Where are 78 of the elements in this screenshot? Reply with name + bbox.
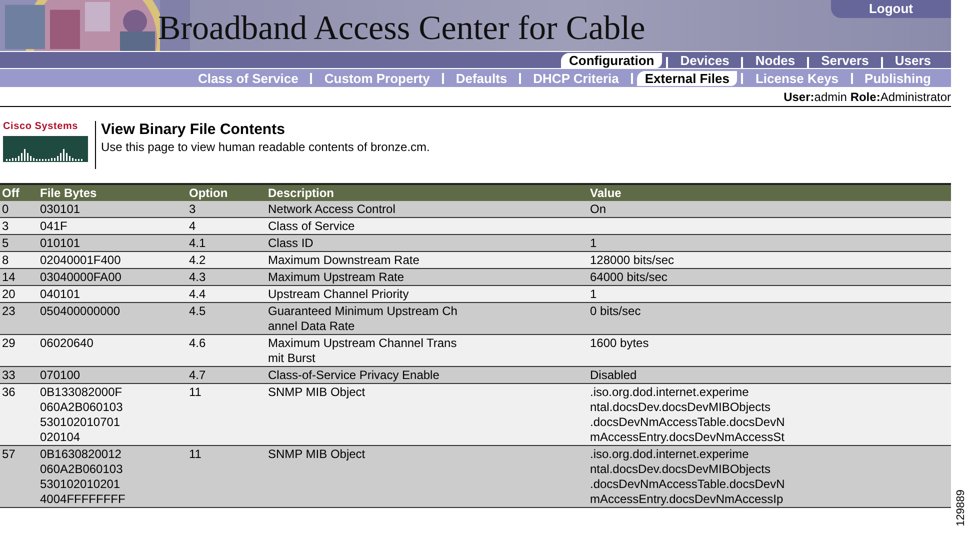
nav-tab[interactable]: Devices: [672, 53, 738, 68]
table-cell: 36: [2, 385, 16, 399]
table-cell-text: 0B1630820012 060A2B060103 530102010201 4004FFFFFFFF: [40, 447, 126, 507]
table-cell-text: 010101: [40, 236, 82, 251]
table-cell: 8: [2, 253, 9, 267]
table-cell-text: 040101: [40, 287, 82, 302]
table-cell-text: 070100: [40, 368, 82, 383]
table-cell-text: Class-of-Service Privacy Enable: [268, 368, 440, 383]
table-cell: 11: [189, 385, 202, 399]
table-cell: 4.3: [189, 270, 206, 284]
table-cell-text: Disabled: [590, 368, 638, 383]
table-cell: 57: [2, 447, 16, 461]
figure-number: 129889: [955, 488, 967, 528]
table-cell-text: .iso.org.dod.internet.experime ntal.docsDev.docsDevMIBObjects .docsDevNmAccessTable.docsDevN mAccessEntry.docsDevNmAccessIp: [590, 447, 786, 507]
table-cell-text: 1600 bytes: [590, 336, 650, 351]
column-header: Option: [187, 184, 266, 201]
nav-tab[interactable]: Users: [886, 53, 939, 68]
table-cell-text: 1: [590, 287, 598, 302]
table-cell-text: Class of Service: [268, 219, 356, 234]
column-header: Value: [588, 184, 951, 201]
table-cell: 4.7: [189, 368, 206, 382]
table-cell: 5: [2, 236, 9, 250]
table-cell: 3: [189, 202, 196, 216]
table-cell-text: Network Access Control: [268, 202, 396, 217]
table-cell: 20: [2, 287, 16, 301]
table-cell: 29: [2, 336, 16, 350]
subnav-tab[interactable]: Custom Property: [316, 70, 438, 86]
page-description: Use this page to view human readable contents of bronze.cm.: [101, 140, 430, 154]
table-cell-text: 041F: [40, 219, 68, 234]
table-cell: 11: [189, 447, 202, 461]
table-cell: 4.4: [189, 287, 206, 301]
table-cell-text: 64000 bits/sec: [590, 270, 668, 285]
column-header: File Bytes: [38, 184, 187, 201]
table-cell-text: 0B133082000F 060A2B060103 530102010701 020104: [40, 385, 124, 445]
table-cell: 4.5: [189, 304, 206, 318]
subnav-tab[interactable]: Publishing: [856, 70, 939, 86]
table-cell-text: 02040001F400: [40, 253, 122, 268]
table-cell-text: 03040000FA00: [40, 270, 122, 285]
app-title: Broadband Access Center for Cable: [158, 10, 646, 48]
table-cell: 4.2: [189, 253, 206, 267]
table-cell: 4.6: [189, 336, 206, 350]
table-cell-text: 128000 bits/sec: [590, 253, 676, 268]
nav-tab[interactable]: Servers: [813, 53, 877, 68]
table-cell-text: 050400000000: [40, 304, 122, 319]
table-cell-text: SNMP MIB Object: [268, 447, 366, 462]
subnav-tab[interactable]: External Files: [636, 70, 738, 86]
column-header: Description: [266, 184, 588, 201]
table-cell: 23: [2, 304, 16, 318]
nav-tab[interactable]: Nodes: [747, 53, 804, 68]
table-cell-text: 030101: [40, 202, 82, 217]
subnav-tab[interactable]: DHCP Criteria: [525, 70, 627, 86]
table-cell: 4.1: [189, 236, 206, 250]
table-cell-text: 06020640: [40, 336, 94, 351]
table-cell-text: Upstream Channel Priority: [268, 287, 410, 302]
table-cell-text: SNMP MIB Object: [268, 385, 366, 400]
table-cell-text: Class ID: [268, 236, 314, 251]
table-cell-text: Maximum Downstream Rate: [268, 253, 420, 268]
nav-tab[interactable]: Configuration: [561, 53, 662, 68]
table-cell-text: .iso.org.dod.internet.experime ntal.docsDev.docsDevMIBObjects .docsDevNmAccessTable.docsDevN mAccessEntry.docsDevNmAccessSt: [590, 385, 786, 445]
logout-link[interactable]: Logout: [831, 0, 951, 18]
subnav-tab[interactable]: License Keys: [747, 70, 847, 86]
table-cell-text: On: [590, 202, 608, 217]
table-cell: 3: [2, 219, 9, 233]
table-cell-text: Maximum Upstream Rate: [268, 270, 406, 285]
table-cell: 4: [189, 219, 196, 233]
subnav-tab[interactable]: Defaults: [448, 70, 516, 86]
table-cell: 33: [2, 368, 16, 382]
subnav-tab[interactable]: Class of Service: [190, 70, 306, 86]
company-logo: Cisco Systems: [3, 121, 96, 169]
table-cell: 14: [2, 270, 16, 284]
table-cell-text: Maximum Upstream Channel Trans mit Burst: [268, 336, 458, 366]
table-cell-text: 1: [590, 236, 598, 251]
table-cell-text: Guaranteed Minimum Upstream Ch annel Data Rate: [268, 304, 458, 334]
table-cell-text: 0 bits/sec: [590, 304, 642, 319]
user-role-text: User:admin Role:Administrator: [0, 87, 951, 107]
table-cell: 0: [2, 202, 9, 216]
column-header: Off: [0, 184, 38, 201]
page-title: View Binary File Contents: [101, 121, 286, 138]
